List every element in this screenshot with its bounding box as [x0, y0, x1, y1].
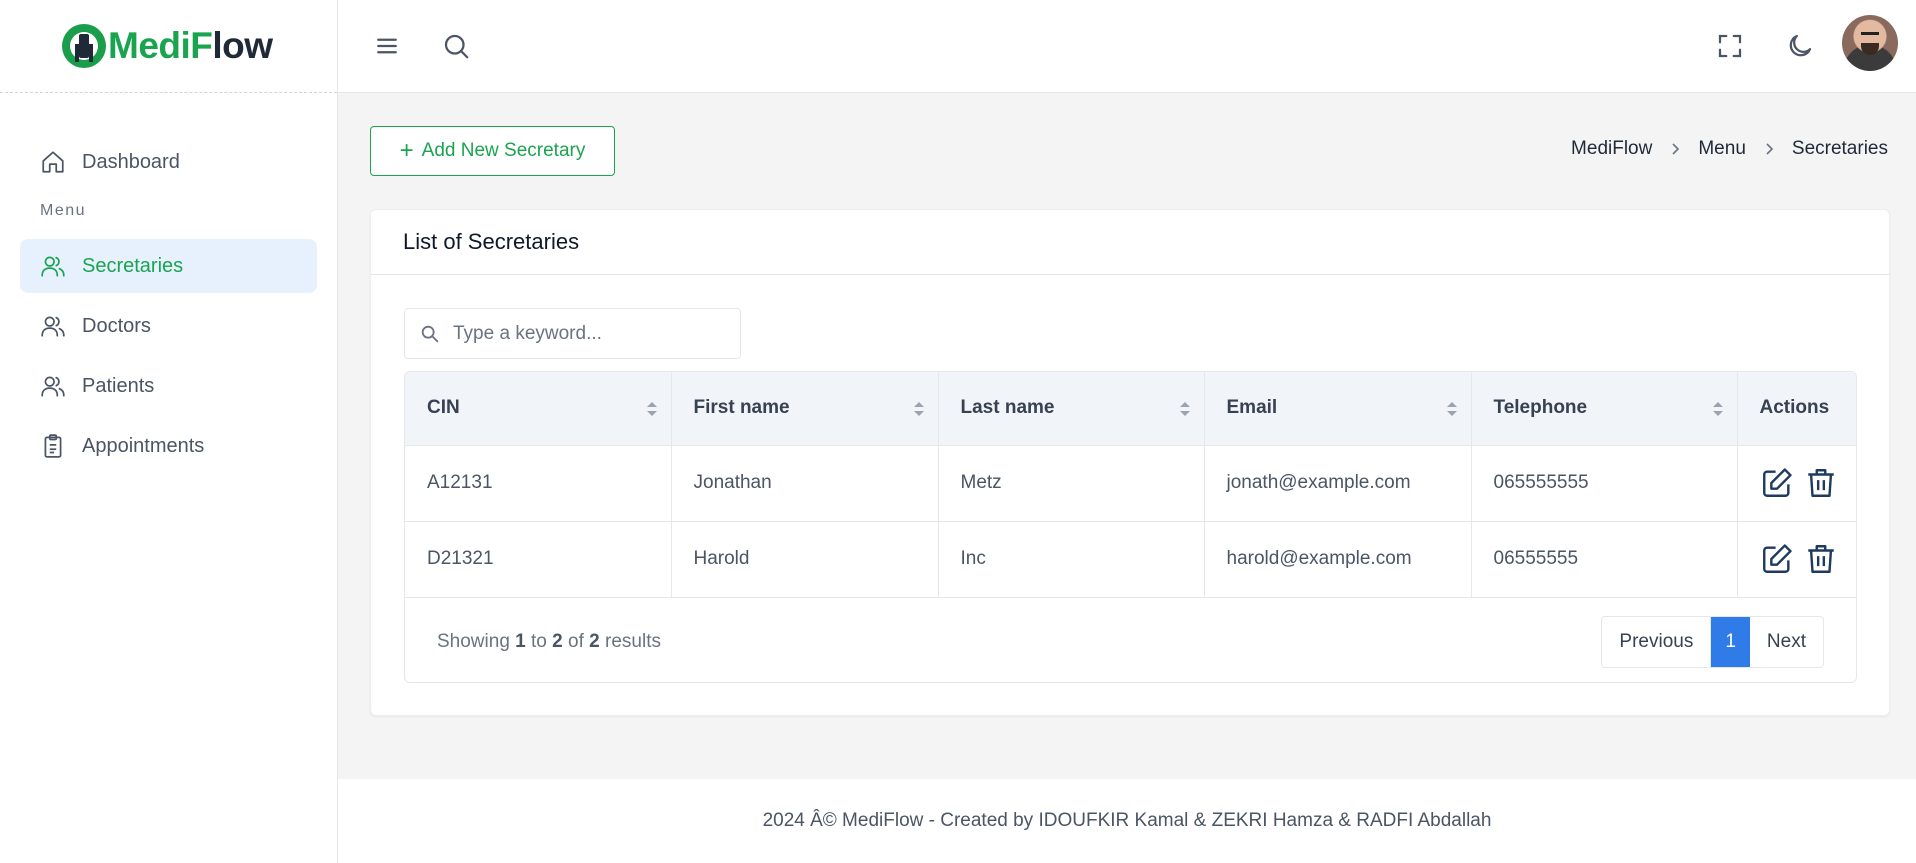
sidebar-item-dashboard[interactable]: Dashboard	[20, 135, 317, 189]
cell-first-name: Jonathan	[671, 445, 939, 522]
sidebar-item-patients[interactable]: Patients	[20, 359, 317, 413]
moon-icon	[1789, 34, 1812, 57]
edit-icon	[1762, 468, 1792, 497]
secretaries-card: List of Secretaries CIN First name Last …	[370, 209, 1890, 716]
chevron-right-icon	[1762, 142, 1776, 156]
cell-cin: D21321	[405, 521, 672, 598]
search-icon	[444, 34, 469, 59]
cell-first-name: Harold	[671, 521, 939, 598]
dark-mode-toggle[interactable]	[1782, 28, 1818, 64]
chevron-right-icon	[1668, 142, 1682, 156]
cell-actions	[1737, 521, 1856, 598]
cell-telephone: 06555555	[1471, 521, 1738, 598]
sidebar-item-appointments[interactable]: Appointments	[20, 419, 317, 473]
clipboard-icon	[44, 434, 62, 458]
previous-page-button[interactable]: Previous	[1602, 616, 1712, 667]
pagination: Previous 1 Next	[1601, 615, 1824, 668]
table-row: A12131 Jonathan Metz jonath@example.com …	[405, 445, 1856, 522]
table-footer: Showing 1 to 2 of 2 results Previous 1 N…	[405, 599, 1856, 682]
delete-button[interactable]	[1804, 466, 1838, 500]
cell-actions	[1737, 445, 1856, 522]
sort-icon	[1712, 402, 1723, 416]
cell-last-name: Inc	[938, 521, 1205, 598]
cell-cin: A12131	[405, 445, 672, 522]
users-icon	[41, 376, 65, 397]
trash-icon	[1807, 469, 1834, 497]
sidebar-item-label: Dashboard	[82, 150, 180, 173]
menu-section-label: Menu	[40, 202, 87, 219]
cell-email: jonath@example.com	[1204, 445, 1472, 522]
results-summary: Showing 1 to 2 of 2 results	[437, 630, 661, 652]
edit-button[interactable]	[1760, 542, 1794, 576]
search-input[interactable]	[453, 322, 723, 345]
column-header-first-name[interactable]: First name	[671, 372, 939, 446]
sidebar: MediFlow Dashboard Menu Secretaries Doct…	[0, 0, 338, 863]
logo-icon	[62, 24, 106, 68]
search-button[interactable]	[438, 28, 474, 64]
users-icon	[41, 316, 65, 337]
column-header-telephone[interactable]: Telephone	[1471, 372, 1738, 446]
edit-button[interactable]	[1760, 466, 1794, 500]
column-header-email[interactable]: Email	[1204, 372, 1472, 446]
top-header	[338, 0, 1916, 93]
column-header-last-name[interactable]: Last name	[938, 372, 1205, 446]
column-header-actions: Actions	[1737, 372, 1856, 446]
sidebar-item-label: Secretaries	[82, 254, 184, 277]
sidebar-item-label: Patients	[82, 374, 155, 397]
menu-icon	[377, 38, 397, 54]
search-icon	[421, 325, 439, 342]
fullscreen-icon	[1718, 34, 1742, 58]
logo[interactable]: MediFlow	[0, 0, 337, 93]
menu-toggle-button[interactable]	[369, 28, 405, 64]
page-1-button[interactable]: 1	[1711, 616, 1750, 667]
avatar[interactable]	[1842, 15, 1898, 71]
table-row: D21321 Harold Inc harold@example.com 065…	[405, 521, 1856, 598]
next-page-button[interactable]: Next	[1750, 617, 1823, 667]
secretaries-table: CIN First name Last name Email Telephone…	[404, 371, 1857, 683]
fullscreen-button[interactable]	[1712, 28, 1748, 64]
breadcrumb: MediFlow Menu Secretaries	[1571, 138, 1888, 160]
brand-name: MediFlow	[108, 25, 273, 66]
card-title: List of Secretaries	[371, 210, 1889, 275]
search-box	[404, 308, 741, 359]
home-icon	[42, 151, 64, 173]
sidebar-item-secretaries[interactable]: Secretaries	[20, 239, 317, 293]
users-icon	[41, 256, 65, 277]
breadcrumb-current: Secretaries	[1791, 138, 1888, 159]
add-secretary-button[interactable]: + Add New Secretary	[370, 126, 615, 176]
sort-icon	[913, 402, 924, 416]
cell-telephone: 065555555	[1471, 445, 1738, 522]
add-secretary-label: Add New Secretary	[421, 140, 586, 161]
cell-email: harold@example.com	[1204, 521, 1472, 598]
breadcrumb-home[interactable]: MediFlow	[1571, 138, 1652, 160]
breadcrumb-menu[interactable]: Menu	[1698, 138, 1746, 160]
sidebar-item-label: Doctors	[82, 314, 151, 337]
trash-icon	[1807, 545, 1834, 573]
plus-icon: +	[399, 137, 414, 164]
edit-icon	[1762, 544, 1792, 573]
delete-button[interactable]	[1804, 542, 1838, 576]
sidebar-item-label: Appointments	[82, 434, 205, 457]
sort-icon	[646, 402, 657, 416]
sort-icon	[1179, 402, 1190, 416]
table-header-row: CIN First name Last name Email Telephone…	[405, 372, 1856, 446]
column-header-cin[interactable]: CIN	[405, 372, 672, 446]
sidebar-item-doctors[interactable]: Doctors	[20, 299, 317, 353]
sidebar-nav: Dashboard Menu Secretaries Doctors Patie…	[0, 93, 337, 473]
sort-icon	[1446, 402, 1457, 416]
page-footer: 2024 Â© MediFlow - Created by IDOUFKIR K…	[338, 779, 1916, 863]
cell-last-name: Metz	[938, 445, 1205, 522]
